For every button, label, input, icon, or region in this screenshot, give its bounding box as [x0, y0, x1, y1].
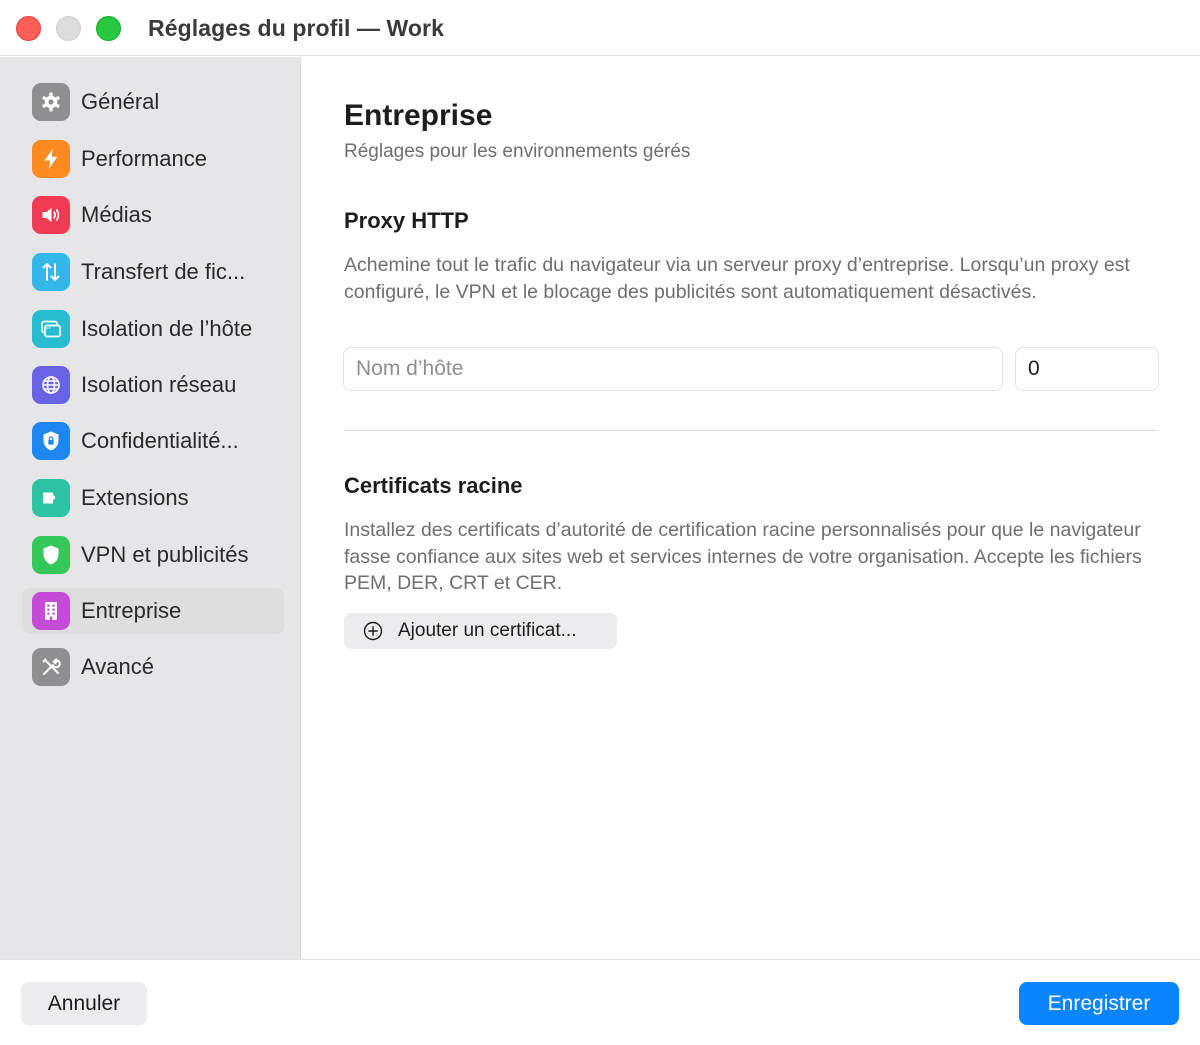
arrows-up-down-icon	[32, 253, 70, 291]
add-certificate-button[interactable]: Ajouter un certificat...	[344, 613, 617, 649]
sidebar-item-label: Avancé	[81, 654, 154, 679]
sidebar-item-label: Médias	[81, 202, 152, 227]
sidebar-item-label: Extensions	[81, 485, 189, 510]
gear-icon	[32, 83, 70, 121]
plus-circle-icon	[363, 621, 383, 641]
speaker-icon	[32, 196, 70, 234]
proxy-description: Achemine tout le trafic du navigateur vi…	[344, 254, 1130, 303]
window-title: Réglages du profil — Work	[148, 15, 444, 41]
proxy-port-input[interactable]	[1015, 347, 1159, 391]
proxy-host-input[interactable]	[343, 347, 1003, 391]
sidebar-item-label: Performance	[81, 146, 207, 171]
globe-icon	[32, 366, 70, 404]
sidebar-item-file-transfer[interactable]: Transfert de fic...	[22, 249, 284, 295]
sidebar-item-label: Général	[81, 89, 160, 114]
sidebar-item-label: Isolation réseau	[81, 372, 237, 397]
add-certificate-label: Ajouter un certificat...	[398, 620, 577, 641]
sidebar: Général Performance Médias Transfert de …	[0, 57, 301, 959]
sidebar-item-label: Entreprise	[81, 598, 182, 623]
window-icon	[32, 310, 70, 348]
profile-settings-window: Réglages du profil — Work Général Perfor…	[0, 0, 1200, 1045]
certificates-description: Installez des certificats d’autorité de …	[344, 519, 1142, 594]
sidebar-item-label: Isolation de l’hôte	[81, 316, 253, 341]
sidebar-item-network-isolation[interactable]: Isolation réseau	[22, 362, 284, 408]
puzzle-icon	[32, 479, 70, 517]
sidebar-item-vpn-ads[interactable]: VPN et publicités	[22, 532, 284, 578]
sidebar-item-label: Transfert de fic...	[81, 259, 246, 284]
proxy-section-title: Proxy HTTP	[344, 208, 469, 233]
cancel-button[interactable]: Annuler	[21, 982, 147, 1025]
page-subtitle: Réglages pour les environnements gérés	[344, 141, 691, 162]
save-button[interactable]: Enregistrer	[1019, 982, 1179, 1025]
sidebar-item-host-isolation[interactable]: Isolation de l’hôte	[22, 306, 284, 352]
sidebar-item-label: Confidentialité...	[81, 428, 239, 453]
page-title: Entreprise	[344, 99, 493, 132]
main-content: Entreprise Réglages pour les environneme…	[302, 57, 1200, 959]
building-icon	[32, 592, 70, 630]
sidebar-item-privacy[interactable]: Confidentialité...	[22, 418, 284, 464]
lock-shield-icon	[32, 422, 70, 460]
footer-bar: Annuler Enregistrer	[0, 959, 1200, 1045]
sidebar-item-media[interactable]: Médias	[22, 192, 284, 238]
certificates-section-title: Certificats racine	[344, 473, 523, 498]
title-bar: Réglages du profil — Work	[0, 0, 1200, 56]
tools-icon	[32, 648, 70, 686]
minimize-window-button[interactable]	[56, 16, 81, 41]
section-divider	[344, 430, 1158, 431]
sidebar-item-extensions[interactable]: Extensions	[22, 475, 284, 521]
maximize-window-button[interactable]	[96, 16, 121, 41]
sidebar-item-general[interactable]: Général	[22, 79, 284, 125]
sidebar-item-advanced[interactable]: Avancé	[22, 644, 284, 690]
close-window-button[interactable]	[16, 16, 41, 41]
sidebar-item-enterprise[interactable]: Entreprise	[22, 588, 284, 634]
bolt-icon	[32, 140, 70, 178]
sidebar-item-performance[interactable]: Performance	[22, 136, 284, 182]
shield-icon	[32, 536, 70, 574]
sidebar-item-label: VPN et publicités	[81, 542, 249, 567]
